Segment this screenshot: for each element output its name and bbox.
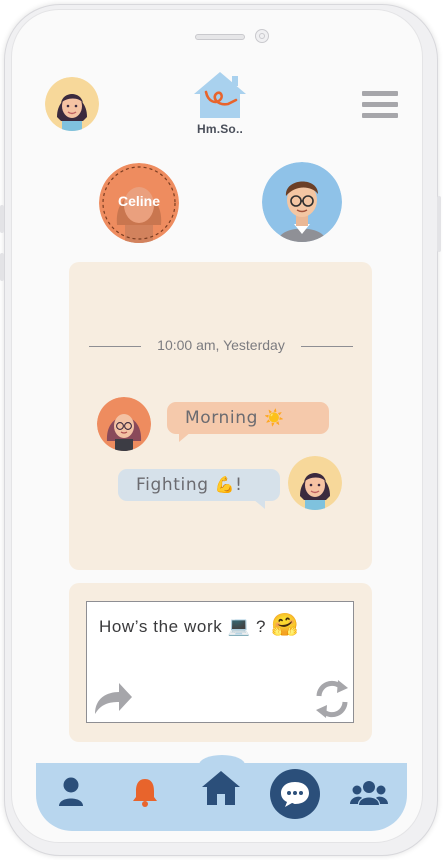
composer-suffix: ? bbox=[256, 617, 267, 636]
menu-button[interactable] bbox=[362, 91, 398, 121]
contact-name: Celine bbox=[117, 193, 160, 209]
share-arrow-icon bbox=[95, 683, 132, 714]
profile-icon bbox=[59, 777, 83, 806]
contact-man[interactable] bbox=[262, 162, 342, 242]
message-suffix: ! bbox=[235, 475, 243, 495]
house-logo-icon bbox=[194, 72, 246, 118]
message-avatar-contact bbox=[97, 397, 151, 451]
message-input-text: How’s the work 💻 ? 🤗 bbox=[99, 612, 299, 638]
bell-icon bbox=[133, 779, 157, 807]
logo-text: Hm.So.. bbox=[196, 122, 244, 136]
tab-groups[interactable] bbox=[350, 780, 388, 806]
message-text: Fighting bbox=[136, 475, 209, 495]
composer-text: How’s the work bbox=[99, 617, 223, 636]
tab-chat[interactable] bbox=[269, 768, 321, 820]
chat-timestamp: 10:00 am, Yesterday bbox=[157, 337, 285, 353]
hugging-face-emoji: 🤗 bbox=[271, 612, 300, 637]
refresh-icon bbox=[316, 680, 348, 718]
man-glasses-avatar-icon bbox=[262, 162, 342, 242]
laptop-emoji: 💻 bbox=[227, 616, 251, 636]
hamburger-menu-icon bbox=[362, 91, 398, 96]
group-icon bbox=[350, 781, 388, 805]
tab-notifications[interactable] bbox=[131, 777, 159, 807]
woman-glasses-avatar-icon bbox=[97, 397, 151, 451]
menu-line bbox=[362, 102, 398, 107]
chat-icon bbox=[270, 769, 320, 819]
contact-celine[interactable]: Celine bbox=[99, 163, 179, 243]
volume-down-button bbox=[0, 253, 4, 281]
message-avatar-user bbox=[288, 456, 342, 510]
front-camera bbox=[255, 29, 269, 43]
divider bbox=[301, 346, 353, 347]
user-avatar[interactable] bbox=[45, 77, 99, 131]
refresh-button[interactable] bbox=[313, 678, 351, 720]
home-icon bbox=[202, 771, 240, 805]
tab-home[interactable] bbox=[201, 770, 241, 806]
woman-avatar-icon bbox=[45, 77, 99, 131]
flexed-bicep-emoji: 💪 bbox=[214, 475, 236, 494]
divider bbox=[89, 346, 141, 347]
tab-profile[interactable] bbox=[58, 777, 84, 807]
sun-emoji: ☀️ bbox=[264, 408, 285, 427]
message-text: Morning bbox=[185, 408, 259, 428]
message-bubble-outgoing[interactable]: Fighting 💪! bbox=[118, 469, 280, 501]
woman-avatar-icon bbox=[288, 456, 342, 510]
app-logo[interactable]: Hm.So.. bbox=[190, 70, 250, 136]
menu-line bbox=[362, 113, 398, 118]
volume-up-button bbox=[0, 205, 4, 233]
speaker bbox=[195, 34, 245, 40]
message-bubble-incoming[interactable]: Morning ☀️ bbox=[167, 402, 329, 434]
power-button bbox=[437, 196, 441, 252]
send-button[interactable] bbox=[93, 680, 133, 716]
